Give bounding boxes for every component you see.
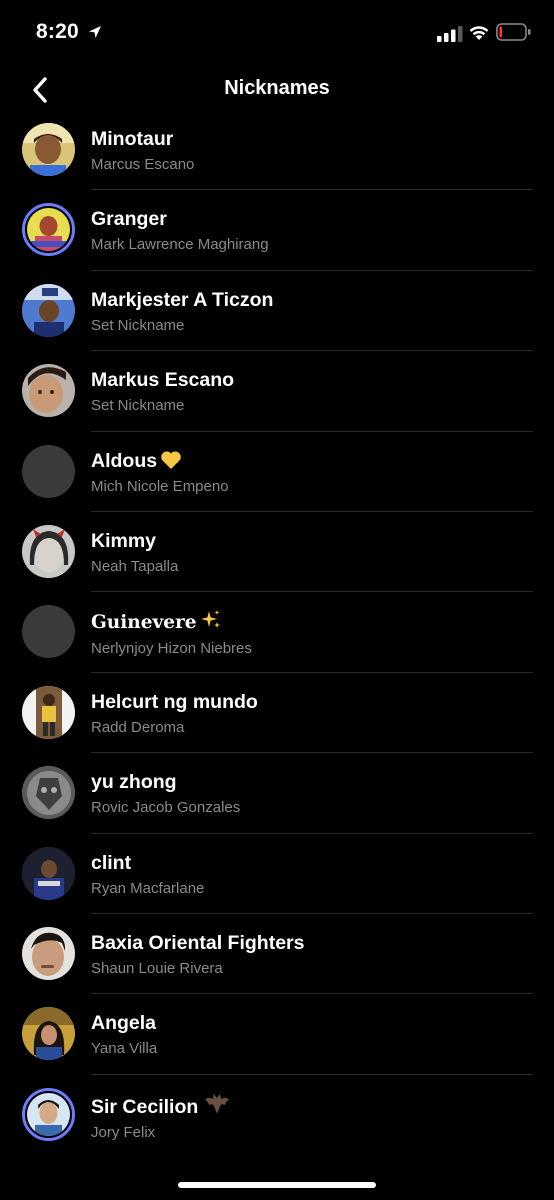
yellow-heart-icon xyxy=(161,451,181,469)
location-arrow-icon xyxy=(89,26,101,38)
nickname: clint xyxy=(91,851,132,874)
page-title: Nicknames xyxy=(224,77,330,99)
contact-name: Yana Villa xyxy=(91,1040,158,1058)
avatar xyxy=(22,846,75,900)
avatar xyxy=(22,123,75,176)
avatar xyxy=(22,524,75,578)
battery-icon xyxy=(496,23,531,41)
status-bar: 8:20 xyxy=(0,0,554,62)
nickname: 𝐆𝐮𝐢𝐧𝐞𝐯𝐞𝐫𝐞 xyxy=(91,612,197,634)
contact-name: Mich Nicole Empeno xyxy=(91,477,229,495)
contact-name: Set Nickname xyxy=(91,316,185,334)
nickname: Helcurt ng mundo xyxy=(91,690,258,713)
contact-name: Rovic Jacob Gonzales xyxy=(91,799,241,817)
nickname: Granger xyxy=(91,208,167,231)
list-item[interactable]: yu zhong Rovic Jacob Gonzales xyxy=(0,753,554,834)
sparkles-icon xyxy=(200,610,220,629)
nickname: Sir Cecilion xyxy=(91,1095,199,1118)
nickname: Markus Escano xyxy=(91,369,235,392)
avatar xyxy=(22,1007,75,1061)
list-item[interactable]: Kimmy Neah Tapalla xyxy=(0,512,554,593)
status-time: 8:20 xyxy=(36,20,79,43)
nickname-line: 𝐆𝐮𝐢𝐧𝐞𝐯𝐞𝐫𝐞 xyxy=(91,609,534,635)
nickname: yu zhong xyxy=(91,771,177,794)
list-item[interactable]: Minotaur Marcus Escano xyxy=(0,110,554,191)
list-item[interactable]: Markus Escano Set Nickname xyxy=(0,351,554,432)
avatar-story-ring xyxy=(22,203,75,257)
cellular-signal-icon xyxy=(437,26,463,42)
avatar xyxy=(22,685,75,739)
contact-name: Marcus Escano xyxy=(91,156,195,173)
nickname: Markjester A Ticzon xyxy=(91,288,274,311)
contact-name: Mark Lawrence Maghirang xyxy=(91,236,269,254)
nickname-list: Minotaur Marcus Escano Granger Mark Lawr… xyxy=(0,110,554,1155)
nickname: Minotaur xyxy=(91,128,174,150)
list-item[interactable]: 𝐆𝐮𝐢𝐧𝐞𝐯𝐞𝐫𝐞 Nerlynjoy Hizon Niebres xyxy=(0,592,554,673)
nickname: Angela xyxy=(91,1012,157,1035)
list-item[interactable]: Sir Cecilion Jory Felix xyxy=(0,1075,554,1155)
contact-name: Shaun Louie Rivera xyxy=(91,959,223,977)
avatar xyxy=(22,283,75,337)
list-item[interactable]: Angela Yana Villa xyxy=(0,994,554,1075)
contact-name: Neah Tapalla xyxy=(91,557,179,575)
bat-icon xyxy=(205,1093,230,1114)
nickname: Aldous xyxy=(91,449,158,472)
avatar xyxy=(22,926,75,980)
nickname: Baxia Oriental Fighters xyxy=(91,931,305,954)
list-item[interactable]: Granger Mark Lawrence Maghirang xyxy=(0,190,554,271)
list-item[interactable]: Aldous Mich Nicole Empeno xyxy=(0,432,554,512)
list-item[interactable]: Markjester A Ticzon Set Nickname xyxy=(0,271,554,352)
home-indicator xyxy=(178,1182,376,1188)
avatar-placeholder xyxy=(22,444,75,498)
avatar xyxy=(22,766,75,820)
navigation-bar: Nicknames xyxy=(0,62,554,116)
contact-name: Radd Deroma xyxy=(91,718,185,736)
nickname: Kimmy xyxy=(91,529,157,552)
avatar-placeholder xyxy=(22,605,75,659)
list-item[interactable]: clint Ryan Macfarlane xyxy=(0,834,554,914)
contact-name: Jory Felix xyxy=(91,1123,156,1141)
list-item[interactable]: Helcurt ng mundo Radd Deroma xyxy=(0,673,554,754)
contact-name: Nerlynjoy Hizon Niebres xyxy=(91,640,252,658)
nickname-line: Aldous xyxy=(91,449,534,473)
list-item[interactable]: Baxia Oriental Fighters Shaun Louie Rive… xyxy=(0,914,554,995)
avatar-story-ring xyxy=(22,1087,75,1141)
avatar xyxy=(22,364,75,418)
contact-name: Ryan Macfarlane xyxy=(91,879,205,897)
wifi-icon xyxy=(469,26,489,40)
contact-name: Set Nickname xyxy=(91,397,185,415)
nickname-line: Sir Cecilion xyxy=(91,1092,534,1119)
